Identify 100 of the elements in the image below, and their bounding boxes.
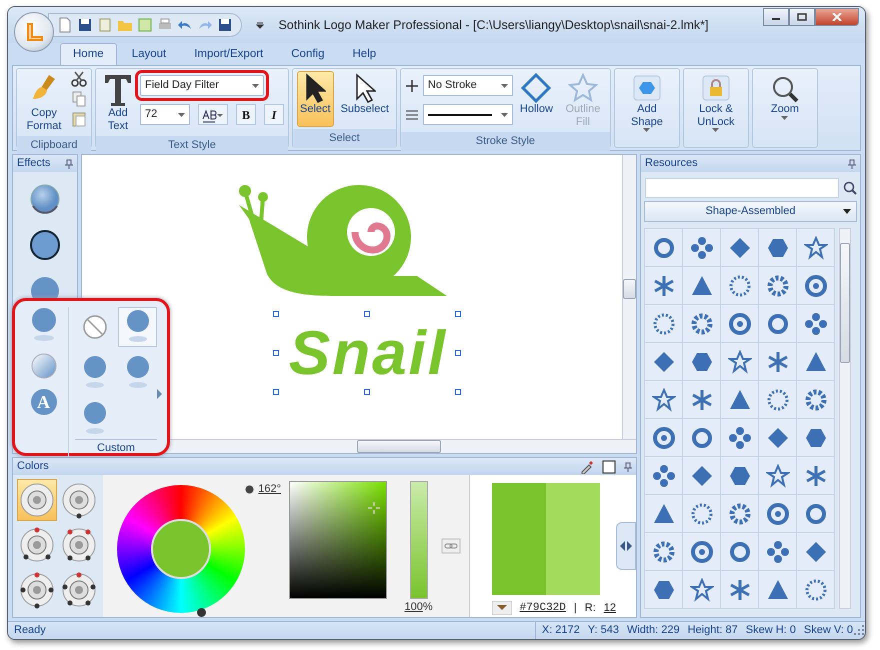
triangle-icon[interactable]: [804, 350, 828, 374]
asterisk-icon[interactable]: [652, 274, 676, 298]
arrow-right-icon[interactable]: [157, 389, 162, 399]
asterisk-icon[interactable]: [766, 350, 790, 374]
opacity-value[interactable]: 100: [404, 599, 423, 616]
add-text-button[interactable]: Add Text: [100, 71, 136, 134]
resize-handle[interactable]: [272, 350, 279, 356]
target-icon[interactable]: [804, 274, 828, 298]
dotted-ring-icon[interactable]: [766, 388, 790, 412]
category-dropdown[interactable]: Shape-Assembled: [644, 201, 857, 222]
eyedropper-icon[interactable]: [580, 460, 594, 474]
gear-icon[interactable]: [804, 388, 828, 412]
link-icon[interactable]: [440, 538, 461, 554]
scissors-icon[interactable]: [71, 71, 87, 87]
ring-icon[interactable]: [652, 236, 676, 260]
spacing-button[interactable]: [198, 104, 228, 125]
bevel-ball-icon[interactable]: [28, 228, 62, 262]
ribbon-tab[interactable]: Import/Export: [181, 42, 276, 65]
pin-icon[interactable]: [848, 158, 856, 168]
star-icon[interactable]: [766, 464, 790, 488]
resize-handle[interactable]: [272, 389, 279, 395]
ring-icon[interactable]: [690, 426, 714, 450]
vertical-scrollbar[interactable]: [622, 155, 636, 439]
dotted-ring-icon[interactable]: [728, 274, 752, 298]
triangle-icon[interactable]: [728, 388, 752, 412]
asterisk-icon[interactable]: [690, 388, 714, 412]
stroke-dropdown[interactable]: No Stroke: [422, 75, 513, 96]
caret-icon[interactable]: [256, 21, 264, 29]
hollow-button[interactable]: Hollow: [516, 71, 556, 118]
resize-grip-icon[interactable]: [853, 624, 865, 636]
ring-icon[interactable]: [728, 540, 752, 564]
paste-icon[interactable]: [71, 111, 87, 127]
ribbon-tab[interactable]: Home: [60, 42, 117, 65]
star-icon[interactable]: [728, 350, 752, 374]
flower-icon[interactable]: [804, 312, 828, 336]
line-style-dropdown[interactable]: [422, 104, 513, 125]
star-icon[interactable]: [652, 388, 676, 412]
target-icon[interactable]: [652, 426, 676, 450]
italic-button[interactable]: I: [264, 104, 284, 125]
hex-value[interactable]: #79C32D: [520, 600, 566, 616]
diamond-icon[interactable]: [766, 426, 790, 450]
expand-button[interactable]: [616, 522, 636, 570]
dotted-ring-icon[interactable]: [690, 502, 714, 526]
resize-handle[interactable]: [455, 389, 462, 395]
ring-icon[interactable]: [766, 312, 790, 336]
ribbon-tab[interactable]: Help: [340, 42, 390, 65]
diamond-icon[interactable]: [804, 540, 828, 564]
ribbon-tab[interactable]: Config: [278, 42, 338, 65]
gear-icon[interactable]: [652, 540, 676, 564]
hue-handle[interactable]: [197, 608, 206, 616]
resize-handle[interactable]: [364, 311, 370, 317]
star-icon[interactable]: [690, 578, 714, 602]
triangle-icon[interactable]: [652, 502, 676, 526]
star-icon[interactable]: [804, 236, 828, 260]
target-icon[interactable]: [728, 312, 752, 336]
search-icon[interactable]: [843, 181, 857, 195]
effect-option[interactable]: [118, 307, 157, 347]
resize-handle[interactable]: [455, 350, 462, 356]
diamond-icon[interactable]: [652, 350, 676, 374]
flower-icon[interactable]: [652, 464, 676, 488]
hue-value[interactable]: 162°: [258, 485, 282, 494]
flower-icon[interactable]: [690, 236, 714, 260]
tool-button[interactable]: Subselect: [338, 71, 392, 127]
app-menu-button[interactable]: [14, 12, 54, 52]
dotted-ring-icon[interactable]: [804, 578, 828, 602]
flower-icon[interactable]: [728, 426, 752, 450]
save-icon[interactable]: [77, 17, 93, 33]
saturation-field[interactable]: [289, 481, 387, 599]
target-icon[interactable]: [766, 502, 790, 526]
grid-icon[interactable]: [137, 17, 153, 33]
ring-icon[interactable]: [804, 502, 828, 526]
new-document-icon[interactable]: [57, 17, 73, 33]
maximize-button[interactable]: [789, 8, 815, 26]
triangle-icon[interactable]: [766, 578, 790, 602]
shadow-ball-icon[interactable]: [28, 182, 62, 216]
channel-value[interactable]: 12: [604, 600, 616, 616]
resize-handle[interactable]: [272, 311, 279, 317]
tool-button[interactable]: Select: [297, 71, 334, 127]
dotted-ring-icon[interactable]: [652, 312, 676, 336]
save-icon[interactable]: [217, 17, 233, 33]
vertical-scrollbar[interactable]: [839, 228, 851, 609]
gear-icon[interactable]: [766, 274, 790, 298]
gear-icon[interactable]: [690, 312, 714, 336]
pin-icon[interactable]: [65, 158, 73, 168]
gear-icon[interactable]: [728, 502, 752, 526]
resize-handle[interactable]: [364, 389, 370, 395]
ribbon-tab[interactable]: Layout: [118, 42, 180, 65]
resize-handle[interactable]: [455, 311, 462, 317]
swatch-icon[interactable]: [602, 460, 616, 474]
dropdown-icon[interactable]: [492, 601, 512, 616]
search-field[interactable]: [645, 178, 839, 198]
diamond-icon[interactable]: [690, 464, 714, 488]
pin-icon[interactable]: [624, 462, 632, 472]
minimize-button[interactable]: [763, 8, 789, 26]
asterisk-icon[interactable]: [804, 464, 828, 488]
close-button[interactable]: [815, 8, 859, 26]
diamond-icon[interactable]: [728, 236, 752, 260]
triangle-icon[interactable]: [690, 274, 714, 298]
target-icon[interactable]: [690, 540, 714, 564]
bold-button[interactable]: B: [236, 104, 256, 125]
